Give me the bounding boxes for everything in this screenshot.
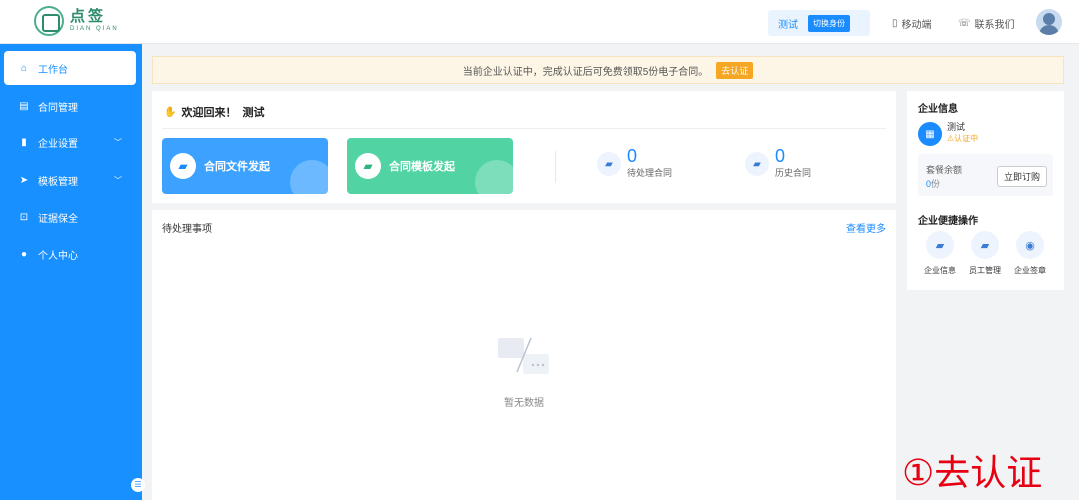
chevron-down-icon: ﹀ bbox=[114, 175, 122, 185]
sidebar-item-label: 工作台 bbox=[38, 64, 68, 76]
file-icon: ▰ bbox=[170, 153, 196, 179]
notice-text: 当前企业认证中，完成认证后可免费领取5份电子合同。 bbox=[462, 66, 709, 78]
contact-label: 联系我们 bbox=[974, 20, 1015, 31]
plan-balance-box: 套餐余额 0份 立即订购 bbox=[918, 154, 1053, 196]
stat-value: 0 bbox=[775, 146, 786, 166]
quick-label: 员工管理 bbox=[969, 266, 1001, 275]
action-label: 合同模板发起 bbox=[389, 161, 455, 173]
logo-mark-icon bbox=[34, 6, 64, 36]
enterprise-name: 测试 bbox=[947, 122, 966, 132]
phone-icon: ☏ bbox=[958, 18, 971, 29]
sidebar-item-label: 证据保全 bbox=[38, 213, 78, 225]
stat-value: 0 bbox=[627, 146, 638, 166]
mobile-icon: ▯ bbox=[892, 18, 898, 29]
welcome-title: 欢迎回来！ bbox=[181, 107, 237, 119]
send-icon: ➤ bbox=[19, 174, 29, 186]
sidebar: ⌂ 工作台 ▤ 合同管理 ▮ 企业设置 ﹀ ➤ 模板管理 ﹀ ⊡ 证据保全 ● … bbox=[0, 44, 142, 500]
welcome-user: 测试 bbox=[242, 107, 265, 119]
collapse-sidebar-button[interactable]: ☰ bbox=[131, 478, 145, 492]
go-verify-button[interactable]: 去认证 bbox=[716, 61, 754, 79]
pending-contracts-stat[interactable]: ▰ 0 待处理合同 bbox=[597, 146, 672, 179]
action-label: 合同文件发起 bbox=[204, 161, 270, 173]
quick-staff-management[interactable]: ▰ 员工管理 bbox=[964, 231, 1006, 276]
quick-enterprise-seal[interactable]: ◉ 企业签章 bbox=[1009, 231, 1051, 276]
logo-title: 点签 bbox=[70, 8, 107, 25]
identity-switcher: 测试 切换身份 bbox=[768, 10, 870, 36]
enterprise-panel: 企业信息 ▦ 测试 ⚠认证中 套餐余额 0份 立即订购 企业便捷操作 ▰ 企业信… bbox=[907, 91, 1064, 290]
building-icon: ▦ bbox=[918, 122, 942, 146]
sidebar-item-evidence[interactable]: ⊡ 证据保全 bbox=[4, 200, 136, 234]
stat-label: 历史合同 bbox=[775, 168, 812, 178]
contact-link[interactable]: ☏ 联系我们 bbox=[958, 16, 1015, 31]
divider bbox=[555, 151, 556, 183]
document-icon: ▤ bbox=[19, 100, 29, 112]
view-more-link[interactable]: 查看更多 bbox=[846, 220, 886, 235]
verification-notice: 当前企业认证中，完成认证后可免费领取5份电子合同。 去认证 bbox=[152, 56, 1064, 84]
home-icon: ⌂ bbox=[20, 62, 28, 74]
welcome-card: ✋ 欢迎回来！ 测试 ▰ 合同文件发起 ▰ 合同模板发起 ▰ 0 待处理合同 ▰… bbox=[152, 91, 896, 203]
seal-icon: ◉ bbox=[1016, 231, 1044, 259]
building-icon: ▰ bbox=[926, 231, 954, 259]
sidebar-item-enterprise-settings[interactable]: ▮ 企业设置 ﹀ bbox=[4, 125, 136, 159]
lock-icon: ⊡ bbox=[19, 211, 29, 223]
user-icon: ● bbox=[20, 248, 28, 260]
mobile-link[interactable]: ▯ 移动端 bbox=[892, 16, 932, 31]
sidebar-item-label: 模板管理 bbox=[38, 176, 78, 188]
avatar[interactable] bbox=[1036, 9, 1062, 35]
quick-label: 企业签章 bbox=[1014, 266, 1046, 275]
sidebar-item-label: 合同管理 bbox=[38, 102, 78, 114]
plan-value: 0份 bbox=[926, 177, 940, 190]
top-header: 点签 DIAN QIAN 测试 切换身份 ▯ 移动端 ☏ 联系我们 bbox=[0, 0, 1079, 44]
waving-hand-icon: ✋ bbox=[164, 106, 177, 118]
subscribe-button[interactable]: 立即订购 bbox=[996, 166, 1047, 187]
enterprise-info-title: 企业信息 bbox=[918, 104, 958, 115]
plan-unit: 份 bbox=[931, 179, 941, 189]
quick-label: 企业信息 bbox=[924, 266, 956, 275]
start-contract-file-button[interactable]: ▰ 合同文件发起 bbox=[162, 138, 328, 194]
sidebar-item-templates[interactable]: ➤ 模板管理 ﹀ bbox=[4, 163, 136, 197]
logo-subtitle: DIAN QIAN bbox=[70, 26, 119, 32]
plan-label: 套餐余额 bbox=[926, 165, 963, 175]
sidebar-item-label: 个人中心 bbox=[38, 250, 78, 262]
bar-chart-icon: ▮ bbox=[21, 136, 27, 148]
step-caption: ①去认证 bbox=[902, 453, 1043, 494]
empty-state-icon bbox=[498, 337, 549, 374]
pending-title: 待处理事项 bbox=[162, 224, 212, 235]
decoration bbox=[290, 160, 328, 194]
welcome-heading: ✋ 欢迎回来！ 测试 bbox=[164, 104, 264, 120]
status-text: 认证中 bbox=[954, 134, 979, 143]
contract-stack-icon: ▰ bbox=[597, 152, 621, 176]
switch-identity-button[interactable]: 切换身份 bbox=[808, 14, 850, 32]
mobile-label: 移动端 bbox=[901, 20, 932, 31]
history-contracts-stat[interactable]: ▰ 0 历史合同 bbox=[745, 146, 811, 179]
history-icon: ▰ bbox=[745, 152, 769, 176]
current-identity: 测试 bbox=[778, 19, 798, 31]
enterprise-status: ⚠认证中 bbox=[947, 133, 978, 144]
sidebar-item-contracts[interactable]: ▤ 合同管理 bbox=[4, 89, 136, 123]
template-icon: ▰ bbox=[355, 153, 381, 179]
sidebar-item-personal[interactable]: ● 个人中心 bbox=[4, 237, 136, 271]
decoration bbox=[475, 160, 513, 194]
quick-enterprise-info[interactable]: ▰ 企业信息 bbox=[919, 231, 961, 276]
divider bbox=[162, 128, 886, 129]
stat-label: 待处理合同 bbox=[627, 168, 673, 178]
sidebar-item-workbench[interactable]: ⌂ 工作台 bbox=[4, 51, 136, 85]
empty-text: 暂无数据 bbox=[504, 398, 544, 409]
chevron-down-icon: ﹀ bbox=[114, 137, 122, 147]
app-logo[interactable]: 点签 DIAN QIAN bbox=[34, 6, 119, 36]
quick-ops-title: 企业便捷操作 bbox=[918, 216, 978, 227]
start-contract-template-button[interactable]: ▰ 合同模板发起 bbox=[347, 138, 513, 194]
pending-items-card: 待处理事项 查看更多 暂无数据 bbox=[152, 210, 896, 500]
sidebar-item-label: 企业设置 bbox=[38, 138, 78, 150]
team-icon: ▰ bbox=[971, 231, 999, 259]
